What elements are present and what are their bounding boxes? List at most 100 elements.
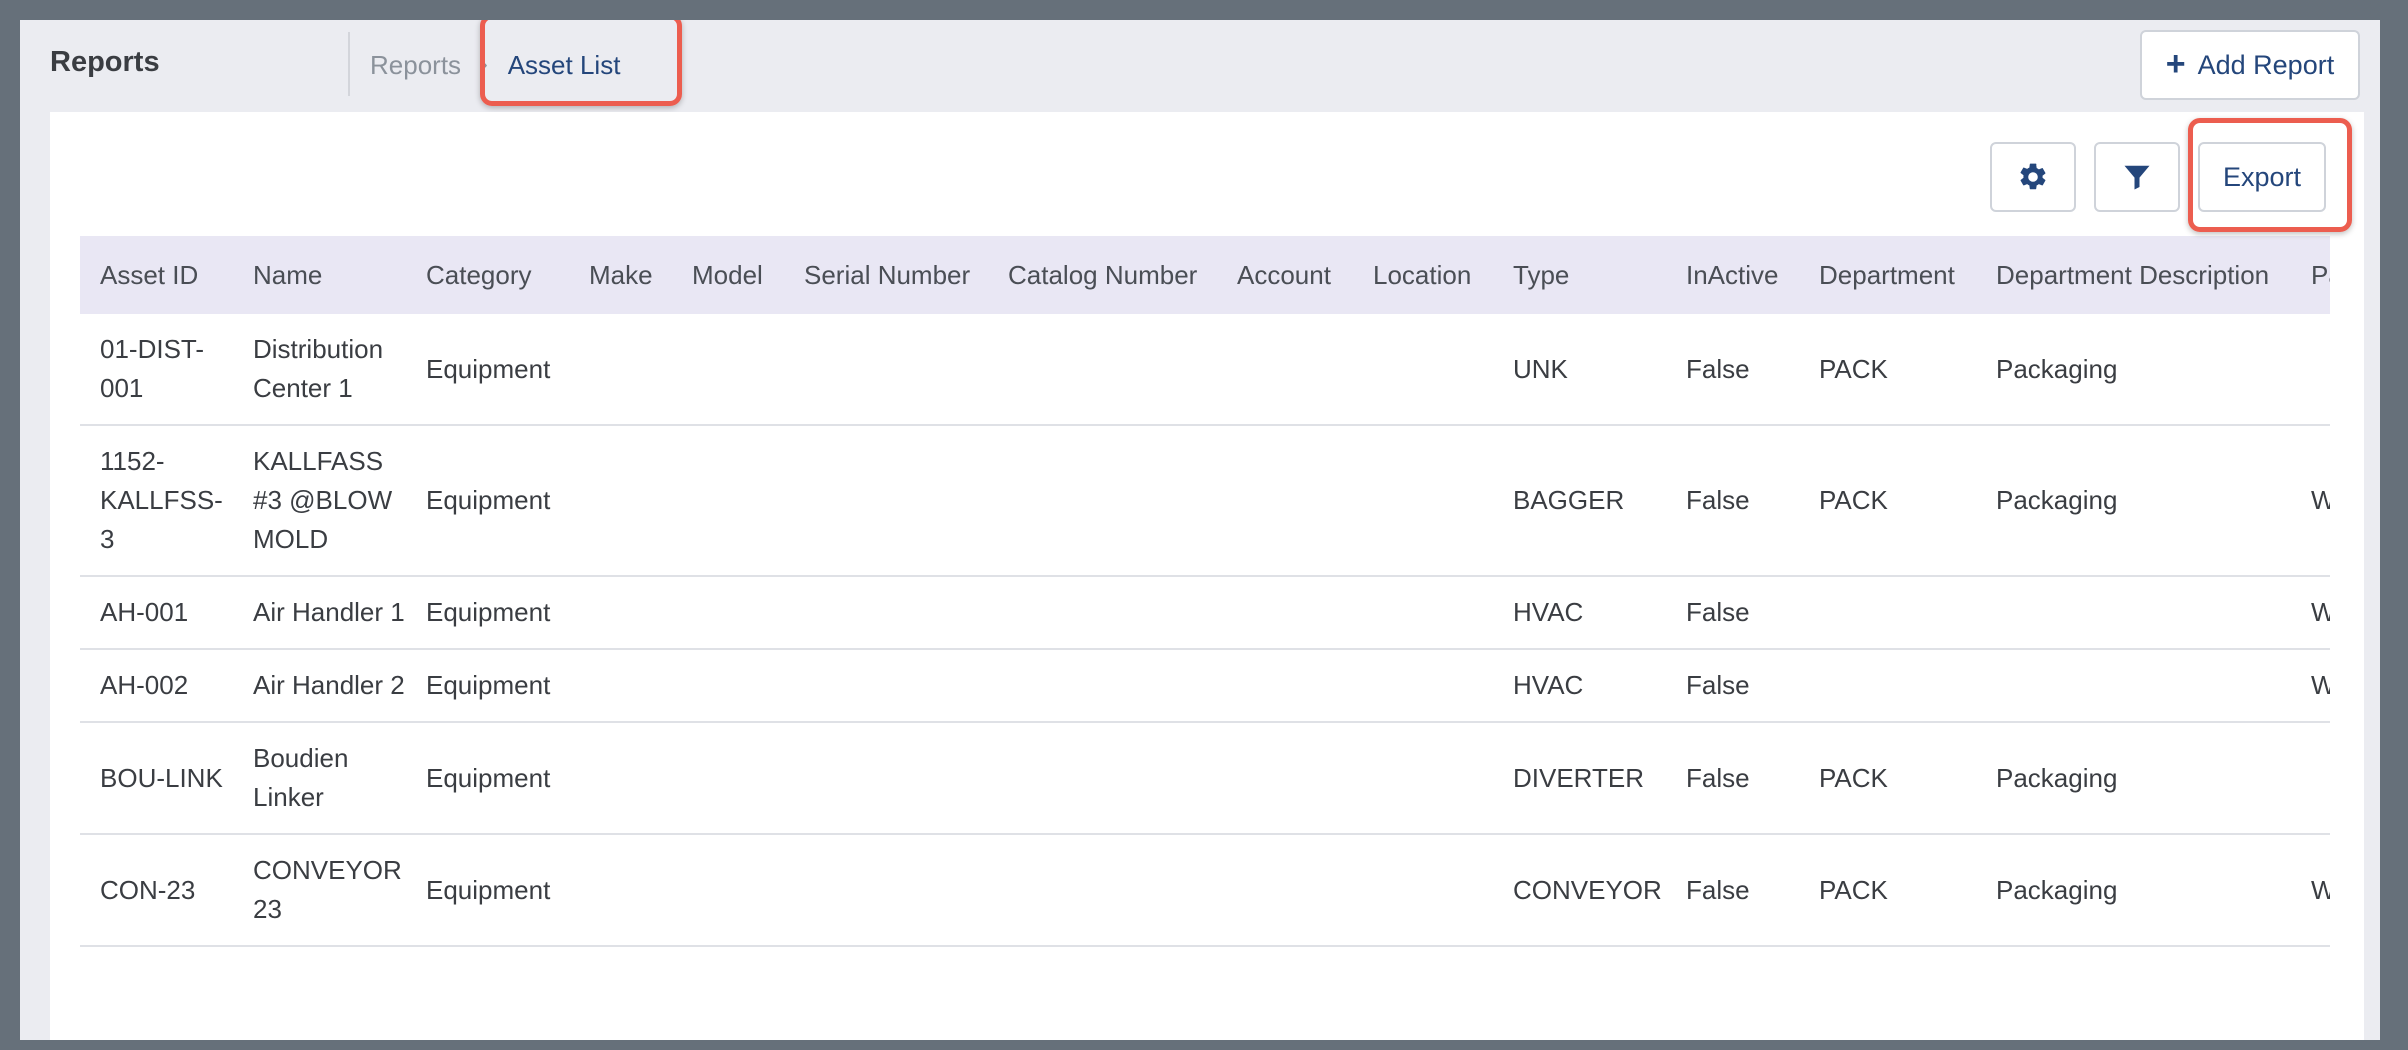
cell-asset-id: 01-DIST-001 xyxy=(80,314,233,426)
cell-catalog-number xyxy=(988,314,1217,426)
column-header-account[interactable]: Account xyxy=(1217,236,1353,314)
cell-serial-number xyxy=(784,576,988,650)
cell-department-description xyxy=(1976,649,2291,723)
cell-inactive: False xyxy=(1666,722,1799,835)
cell-name: Air Handler 2 xyxy=(233,649,406,723)
cell-type: DIVERTER xyxy=(1493,722,1666,835)
cell-asset-id: AH-001 xyxy=(80,576,233,650)
add-report-label: Add Report xyxy=(2197,49,2335,80)
table-body: 01-DIST-001 Distribution Center 1 Equipmen… xyxy=(80,314,2330,947)
cell-location xyxy=(1353,649,1493,723)
cell-name: KALLFASS #3 @BLOW MOLD xyxy=(233,425,406,577)
table-row[interactable]: AH-002Air Handler 2Equipment HVACFalse W 0… xyxy=(80,649,2330,723)
cell-asset-id: AH-002 xyxy=(80,649,233,723)
cell-truncated xyxy=(2291,722,2330,835)
export-highlight xyxy=(2188,118,2352,232)
cell-truncated: W 00 xyxy=(2291,576,2330,650)
cell-type: HVAC xyxy=(1493,576,1666,650)
cell-asset-id: CON-23 xyxy=(80,834,233,947)
column-header-model[interactable]: Model xyxy=(672,236,784,314)
cell-account xyxy=(1217,722,1353,835)
plus-icon: + xyxy=(2165,44,2186,83)
table-row[interactable]: 01-DIST-001 Distribution Center 1 Equipmen… xyxy=(80,314,2330,426)
cell-make xyxy=(569,649,672,723)
cell-truncated: W 00 xyxy=(2291,425,2330,577)
column-header-asset-id[interactable]: Asset ID xyxy=(80,236,233,314)
cell-category: Equipment xyxy=(406,722,569,835)
cell-type: BAGGER xyxy=(1493,425,1666,577)
column-header-name[interactable]: Name xyxy=(233,236,406,314)
table-row[interactable]: CON-23 CONVEYOR 23 Equipment CONVEYOR False P… xyxy=(80,834,2330,947)
cell-model xyxy=(672,834,784,947)
cell-department-description: Packaging xyxy=(1976,834,2291,947)
cell-category: Equipment xyxy=(406,649,569,723)
cell-department: PACK xyxy=(1799,314,1976,426)
column-header-department[interactable]: Department xyxy=(1799,236,1976,314)
cell-department: PACK xyxy=(1799,722,1976,835)
column-header-make[interactable]: Make xyxy=(569,236,672,314)
column-header-catalog-number[interactable]: Catalog Number xyxy=(988,236,1217,314)
cell-catalog-number xyxy=(988,834,1217,947)
cell-category: Equipment xyxy=(406,576,569,650)
report-panel: Export Asset ID Name Category Make Model xyxy=(50,112,2364,1040)
cell-type: UNK xyxy=(1493,314,1666,426)
table-row[interactable]: AH-001Air Handler 1Equipment HVACFalse W 0… xyxy=(80,576,2330,650)
column-header-serial-number[interactable]: Serial Number xyxy=(784,236,988,314)
page-title: Reports xyxy=(50,46,160,78)
filter-icon xyxy=(2124,165,2150,190)
column-header-location[interactable]: Location xyxy=(1353,236,1493,314)
cell-truncated: W 00 xyxy=(2291,649,2330,723)
cell-department-description: Packaging xyxy=(1976,314,2291,426)
settings-button[interactable] xyxy=(1990,142,2076,212)
cell-department: PACK xyxy=(1799,834,1976,947)
cell-model xyxy=(672,722,784,835)
add-report-button[interactable]: + Add Report xyxy=(2140,30,2360,100)
column-header-type[interactable]: Type xyxy=(1493,236,1666,314)
cell-location xyxy=(1353,834,1493,947)
cell-account xyxy=(1217,649,1353,723)
cell-serial-number xyxy=(784,834,988,947)
table-row[interactable]: BOU-LINK Boudien Linker Equipment DIVERTER F… xyxy=(80,722,2330,835)
cell-name: Boudien Linker xyxy=(233,722,406,835)
cell-department xyxy=(1799,576,1976,650)
cell-catalog-number xyxy=(988,722,1217,835)
column-header-department-description[interactable]: Department Description xyxy=(1976,236,2291,314)
breadcrumb-reports-link[interactable]: Reports xyxy=(370,50,461,81)
cell-location xyxy=(1353,722,1493,835)
cell-asset-id: 1152-KALLFSS-3 xyxy=(80,425,233,577)
cell-department-description: Packaging xyxy=(1976,425,2291,577)
cell-asset-id: BOU-LINK xyxy=(80,722,233,835)
cell-account xyxy=(1217,576,1353,650)
cell-name: Air Handler 1 xyxy=(233,576,406,650)
cell-department-description: Packaging xyxy=(1976,722,2291,835)
filter-button[interactable] xyxy=(2094,142,2180,212)
asset-list-table: Asset ID Name Category Make Model Serial… xyxy=(80,236,2330,947)
cell-department-description xyxy=(1976,576,2291,650)
cell-truncated xyxy=(2291,314,2330,426)
cell-inactive: False xyxy=(1666,425,1799,577)
cell-model xyxy=(672,576,784,650)
cell-name: CONVEYOR 23 xyxy=(233,834,406,947)
cell-account xyxy=(1217,834,1353,947)
cell-serial-number xyxy=(784,722,988,835)
cell-inactive: False xyxy=(1666,834,1799,947)
gear-icon xyxy=(2020,163,2046,190)
cell-inactive: False xyxy=(1666,649,1799,723)
table-row[interactable]: 1152-KALLFSS-3 KALLFASS #3 @BLOW MOLD Equi… xyxy=(80,425,2330,577)
cell-catalog-number xyxy=(988,649,1217,723)
reports-app: Reports Reports › Asset List + Add Repor… xyxy=(20,20,2380,1040)
cell-serial-number xyxy=(784,425,988,577)
cell-account xyxy=(1217,314,1353,426)
cell-model xyxy=(672,425,784,577)
cell-department: PACK xyxy=(1799,425,1976,577)
cell-type: CONVEYOR xyxy=(1493,834,1666,947)
cell-inactive: False xyxy=(1666,314,1799,426)
column-header-category[interactable]: Category xyxy=(406,236,569,314)
column-header-inactive[interactable]: InActive xyxy=(1666,236,1799,314)
cell-location xyxy=(1353,576,1493,650)
column-header-truncated[interactable]: Pa xyxy=(2291,236,2330,314)
cell-serial-number xyxy=(784,649,988,723)
title-divider xyxy=(348,32,350,96)
cell-location xyxy=(1353,314,1493,426)
cell-serial-number xyxy=(784,314,988,426)
